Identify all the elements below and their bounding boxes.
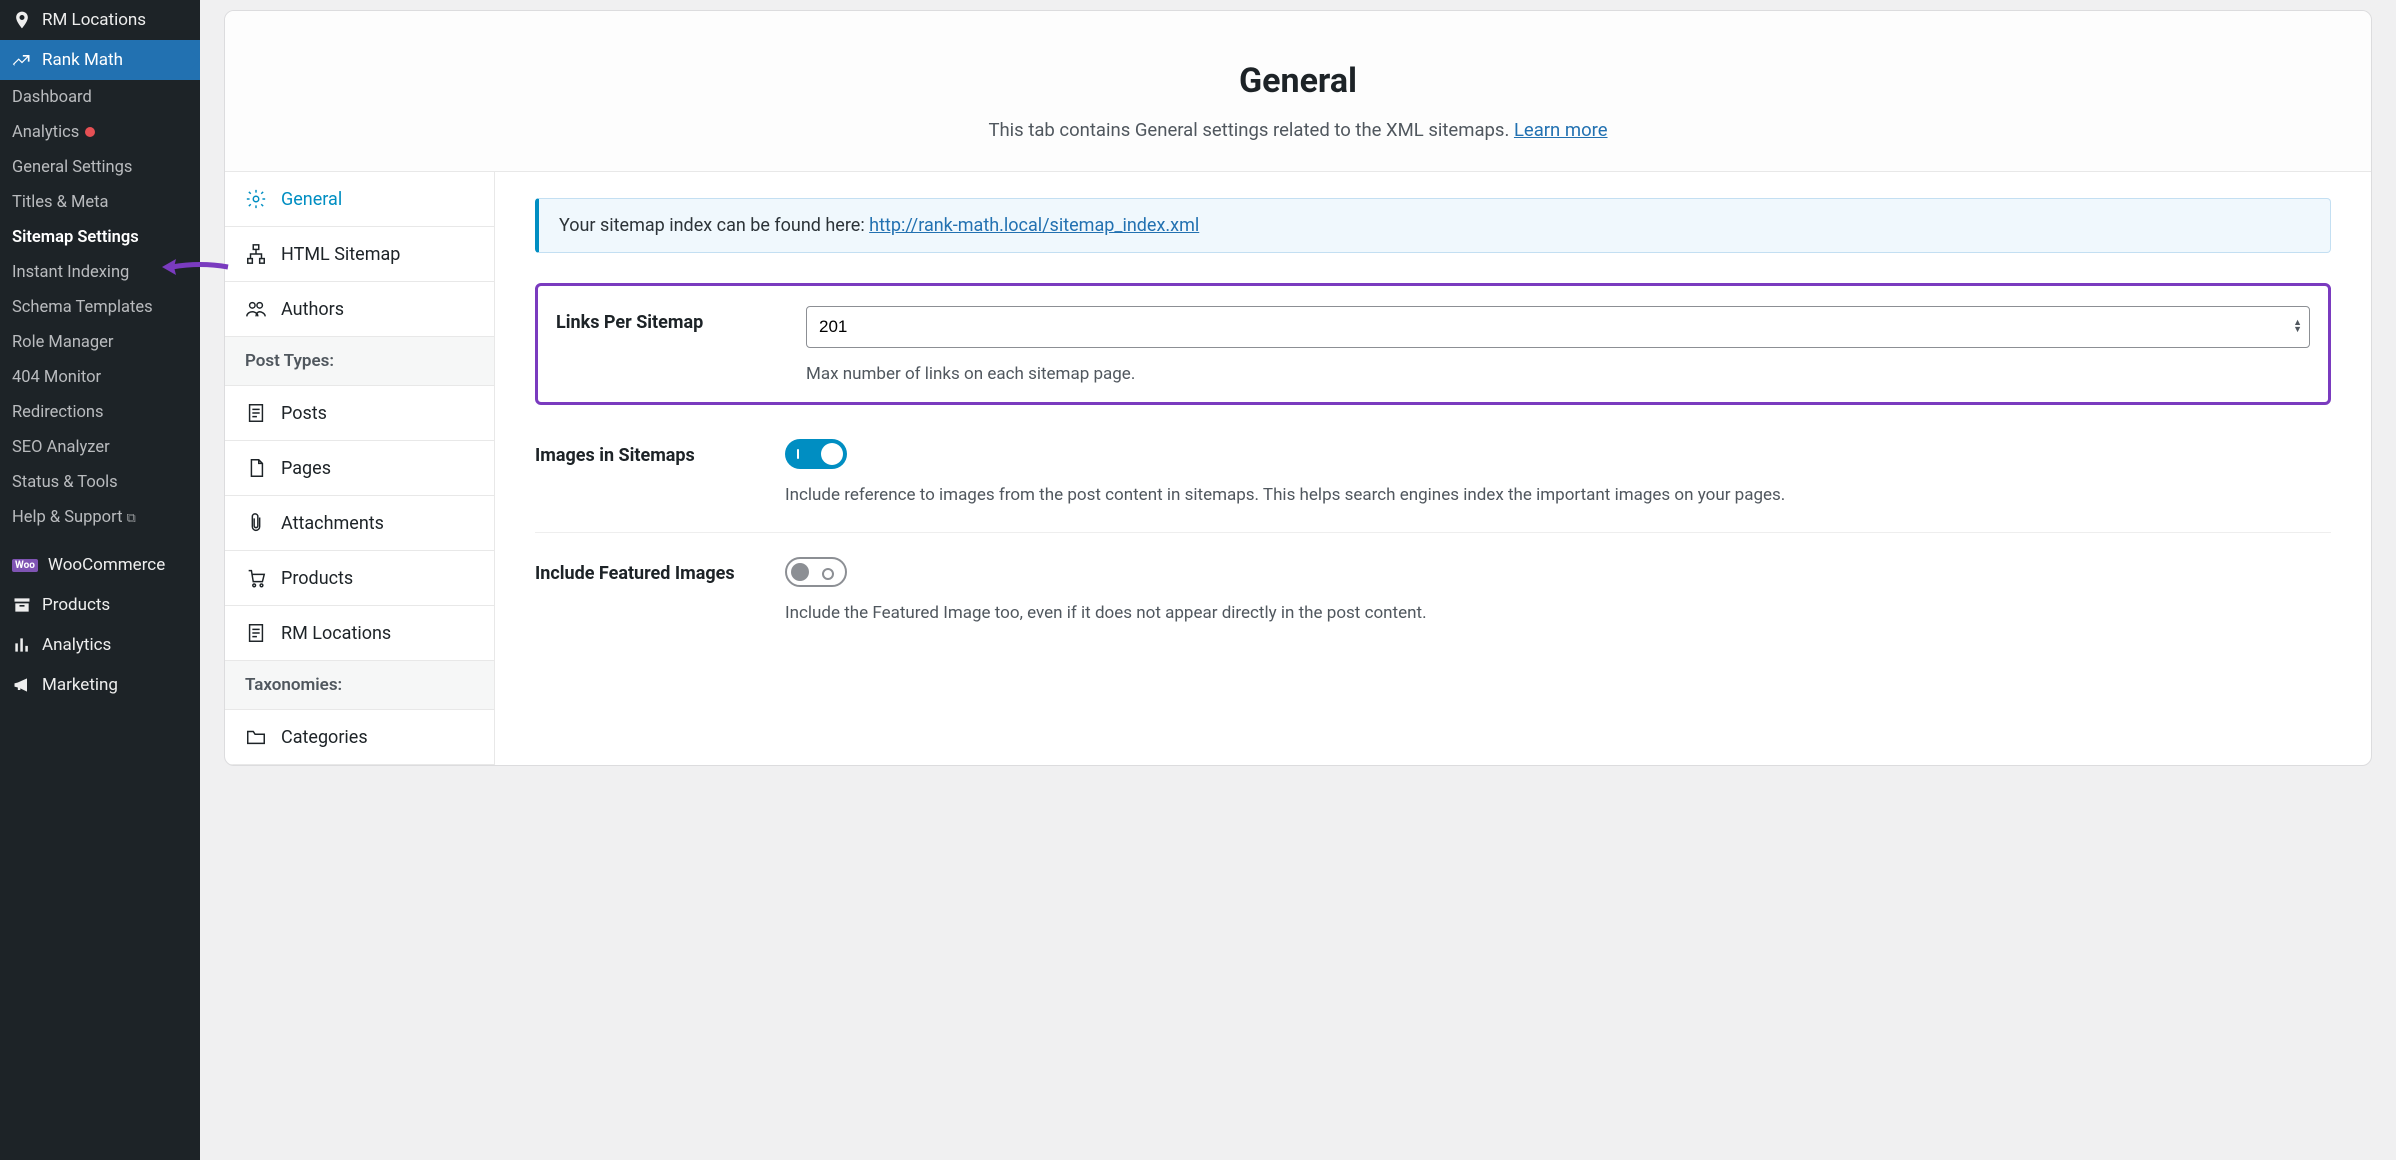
gear-icon (245, 188, 267, 210)
sitemap-icon (245, 243, 267, 265)
page-icon (245, 457, 267, 479)
label-include-featured: Include Featured Images (535, 557, 765, 627)
sidebar-sub-schema-templates[interactable]: Schema Templates (0, 290, 200, 325)
sidebar-label: Marketing (42, 675, 118, 695)
sidebar-sub-help-support[interactable]: Help & Support⧉ (0, 500, 200, 535)
tab-label: Attachments (281, 513, 384, 534)
tab-label: Products (281, 568, 353, 589)
page-subtitle: This tab contains General settings relat… (245, 119, 2351, 141)
woo-icon: Woo (12, 559, 38, 572)
sidebar-sub-general-settings[interactable]: General Settings (0, 150, 200, 185)
sitemap-notice: Your sitemap index can be found here: ht… (535, 198, 2331, 253)
sidebar-label: Analytics (42, 635, 111, 655)
sidebar-item-products[interactable]: Products (0, 585, 200, 625)
post-icon (245, 622, 267, 644)
cart-icon (245, 567, 267, 589)
external-link-icon: ⧉ (126, 511, 135, 526)
sidebar-sub-analytics[interactable]: Analytics (0, 115, 200, 150)
tab-label: Authors (281, 299, 344, 320)
sidebar-item-rm-locations[interactable]: RM Locations (0, 0, 200, 40)
megaphone-icon (12, 675, 32, 695)
sidebar-label: RM Locations (42, 10, 146, 30)
sidebar-sub-instant-indexing[interactable]: Instant Indexing (0, 255, 200, 290)
archive-icon (12, 595, 32, 615)
tab-label: Categories (281, 727, 368, 748)
sidebar-sub-role-manager[interactable]: Role Manager (0, 325, 200, 360)
help-links-per-sitemap: Max number of links on each sitemap page… (806, 362, 2310, 388)
tab-label: HTML Sitemap (281, 244, 400, 265)
sidebar-item-rank-math[interactable]: Rank Math (0, 40, 200, 80)
bars-icon (12, 635, 32, 655)
sidebar-sub-sitemap-settings[interactable]: Sitemap Settings (0, 220, 200, 255)
main-content: General This tab contains General settin… (200, 0, 2396, 1160)
tab-label: General (281, 189, 342, 210)
tab-rm-locations[interactable]: RM Locations (225, 606, 494, 661)
highlight-links-per-sitemap: Links Per Sitemap ▲▼ Max number of links… (535, 283, 2331, 405)
tab-label: Posts (281, 403, 327, 424)
sidebar-label: Products (42, 595, 110, 615)
tab-authors[interactable]: Authors (225, 282, 494, 337)
wp-admin-sidebar: RM Locations Rank Math Dashboard Analyti… (0, 0, 200, 1160)
sidebar-item-analytics2[interactable]: Analytics (0, 625, 200, 665)
folder-icon (245, 726, 267, 748)
sidebar-label: WooCommerce (48, 555, 165, 575)
sidebar-submenu: Dashboard Analytics General Settings Tit… (0, 80, 200, 535)
label-images-in-sitemaps: Images in Sitemaps (535, 439, 765, 509)
tab-group-taxonomies: Taxonomies: (225, 661, 494, 710)
tab-posts[interactable]: Posts (225, 386, 494, 441)
tab-label: Pages (281, 458, 331, 479)
settings-tabs: General HTML Sitemap Authors Post Types:… (225, 172, 495, 765)
stepper-icon[interactable]: ▲▼ (2293, 320, 2302, 334)
learn-more-link[interactable]: Learn more (1514, 119, 1608, 141)
sidebar-sub-titles-meta[interactable]: Titles & Meta (0, 185, 200, 220)
sidebar-sub-404-monitor[interactable]: 404 Monitor (0, 360, 200, 395)
tab-pages[interactable]: Pages (225, 441, 494, 496)
sidebar-item-marketing[interactable]: Marketing (0, 665, 200, 705)
sidebar-sub-seo-analyzer[interactable]: SEO Analyzer (0, 430, 200, 465)
notification-dot-icon (85, 127, 95, 137)
tab-label: RM Locations (281, 623, 391, 644)
sidebar-sub-redirections[interactable]: Redirections (0, 395, 200, 430)
sidebar-sub-dashboard[interactable]: Dashboard (0, 80, 200, 115)
pin-icon (12, 10, 32, 30)
settings-panel: Your sitemap index can be found here: ht… (495, 172, 2371, 765)
input-links-per-sitemap[interactable] (806, 306, 2310, 348)
page-title: General (245, 61, 2351, 101)
card-header: General This tab contains General settin… (225, 11, 2371, 172)
settings-card: General This tab contains General settin… (224, 10, 2372, 766)
post-icon (245, 402, 267, 424)
help-images-in-sitemaps: Include reference to images from the pos… (785, 483, 2331, 509)
sidebar-label: Rank Math (42, 50, 123, 70)
tab-general[interactable]: General (225, 172, 494, 227)
toggle-images-in-sitemaps[interactable] (785, 439, 847, 469)
tab-categories[interactable]: Categories (225, 710, 494, 765)
sidebar-item-woocommerce[interactable]: Woo WooCommerce (0, 545, 200, 585)
sidebar-sub-status-tools[interactable]: Status & Tools (0, 465, 200, 500)
help-include-featured: Include the Featured Image too, even if … (785, 601, 2331, 627)
tab-products[interactable]: Products (225, 551, 494, 606)
tab-attachments[interactable]: Attachments (225, 496, 494, 551)
attachment-icon (245, 512, 267, 534)
label-links-per-sitemap: Links Per Sitemap (556, 306, 786, 388)
tab-group-post-types: Post Types: (225, 337, 494, 386)
sitemap-url-link[interactable]: http://rank-math.local/sitemap_index.xml (869, 215, 1199, 236)
tab-html-sitemap[interactable]: HTML Sitemap (225, 227, 494, 282)
chart-icon (12, 50, 32, 70)
toggle-include-featured[interactable] (785, 557, 847, 587)
users-icon (245, 298, 267, 320)
